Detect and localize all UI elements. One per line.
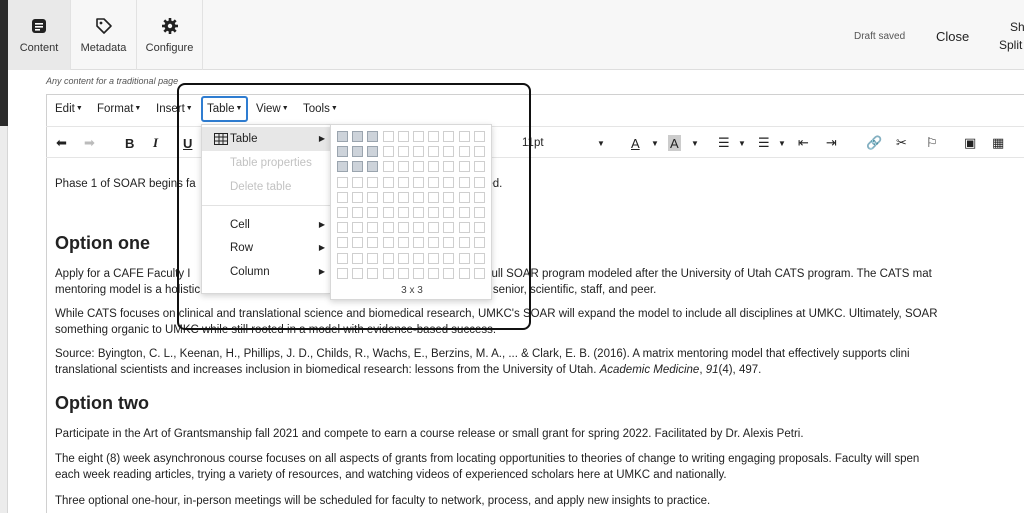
heading-option-two[interactable]: Option two — [55, 392, 1024, 414]
tab-metadata-label: Metadata — [80, 42, 127, 54]
chevron-down-icon[interactable]: ▼ — [778, 133, 786, 153]
paragraph-source-line2[interactable]: translational scientists and increases i… — [55, 362, 1024, 378]
undo-icon[interactable]: ⬅ — [56, 133, 67, 153]
menu-format-label: Format — [97, 103, 134, 116]
menu-edit[interactable]: Edit▼ — [51, 96, 87, 122]
chevron-down-icon: ▼ — [75, 105, 83, 112]
content-hint: Any content for a traditional page — [46, 76, 179, 86]
source-volume: 91 — [705, 364, 719, 376]
chevron-down-icon[interactable]: ▼ — [597, 133, 605, 153]
split-button-label[interactable]: Split — [999, 38, 1022, 52]
annotation-highlight — [177, 83, 531, 330]
paragraph-grantsmanship[interactable]: Participate in the Art of Grantsmanship … — [55, 426, 1024, 442]
numbered-list-icon[interactable]: ☰ — [758, 133, 770, 153]
tab-content[interactable]: Content — [8, 0, 71, 70]
image-icon[interactable]: ▣ — [964, 133, 976, 153]
bookmark-icon[interactable]: ⚐ — [926, 133, 938, 153]
paragraph-source-line1[interactable]: Source: Byington, C. L., Keenan, H., Phi… — [55, 346, 1024, 362]
bold-icon[interactable]: B — [125, 133, 134, 153]
tab-metadata[interactable]: Metadata — [71, 0, 137, 70]
tab-configure[interactable]: Configure — [137, 0, 203, 70]
indent-icon[interactable]: ⇥ — [826, 133, 837, 153]
outdent-icon[interactable]: ⇤ — [798, 133, 809, 153]
redo-icon[interactable]: ➡ — [84, 133, 95, 153]
save-status: Draft saved — [854, 31, 906, 42]
document-icon — [31, 16, 47, 36]
menu-edit-label: Edit — [55, 103, 75, 116]
show-button-label[interactable]: Sh — [1010, 20, 1024, 34]
close-button[interactable]: Close — [936, 29, 969, 44]
unlink-icon[interactable]: ✂ — [896, 133, 907, 153]
tag-icon — [95, 16, 113, 36]
highlight-color-icon[interactable]: A — [668, 135, 681, 151]
paragraph-course-line2[interactable]: each week reading articles, trying a var… — [55, 467, 1024, 483]
paragraph-phase1-start: Phase 1 of SOAR begins fa — [55, 178, 196, 190]
paragraph-meetings[interactable]: Three optional one-hour, in-person meeti… — [55, 493, 1024, 509]
tab-configure-label: Configure — [145, 42, 194, 54]
text-color-icon[interactable]: A — [631, 133, 640, 153]
left-edge-strip — [0, 0, 8, 126]
paragraph-course-line1[interactable]: The eight (8) week asynchronous course f… — [55, 451, 1024, 467]
paragraph-cafe-start: Apply for a CAFE Faculty I — [55, 268, 191, 280]
source-text: translational scientists and increases i… — [55, 364, 600, 376]
source-issue: (4), 497. — [718, 364, 762, 376]
chevron-down-icon[interactable]: ▼ — [738, 133, 746, 153]
left-scroll-track — [0, 126, 8, 513]
menu-format[interactable]: Format▼ — [93, 96, 145, 122]
chevron-down-icon[interactable]: ▼ — [651, 133, 659, 153]
media-icon[interactable]: ▦ — [992, 133, 1004, 153]
tab-content-label: Content — [19, 42, 59, 54]
gear-icon — [161, 16, 179, 36]
chevron-down-icon: ▼ — [134, 105, 142, 112]
source-journal: Academic Medicine — [599, 364, 700, 376]
bullet-list-icon[interactable]: ☰ — [718, 133, 730, 153]
link-icon[interactable]: 🔗 — [866, 133, 882, 153]
chevron-down-icon[interactable]: ▼ — [691, 133, 699, 153]
italic-icon[interactable]: I — [153, 133, 158, 153]
